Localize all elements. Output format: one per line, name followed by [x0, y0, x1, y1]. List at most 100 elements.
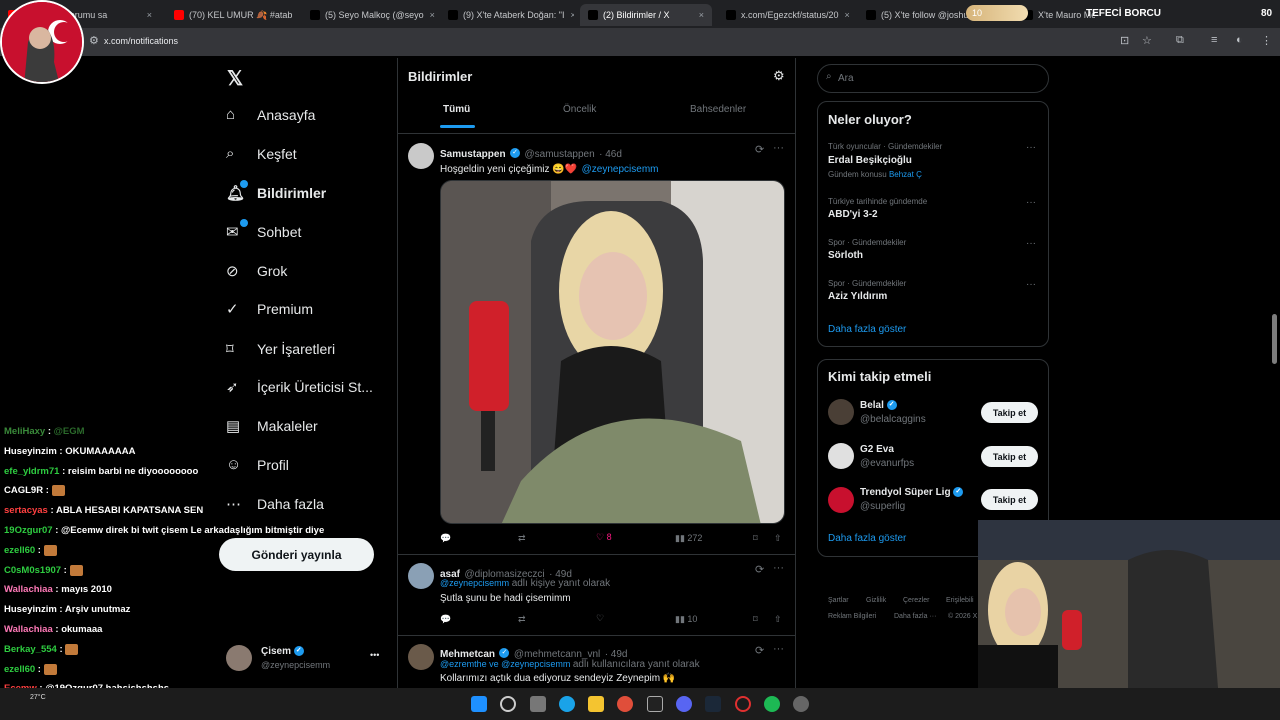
sidebar-item[interactable]: ⊘ Grok [226, 262, 287, 280]
avatar[interactable] [828, 399, 854, 425]
grok-icon[interactable]: ⟳ [755, 644, 764, 657]
footer-link[interactable]: © 2026 X [948, 613, 977, 620]
discord-icon[interactable] [676, 696, 692, 712]
show-more-link[interactable]: Daha fazla göster [828, 324, 906, 335]
views-icon[interactable]: ▮▮ 272 [675, 533, 702, 544]
sidebar-item[interactable]: ✉ Sohbet [226, 219, 301, 241]
trend-title[interactable]: ABD'yi 3-2 [828, 209, 878, 220]
avatar[interactable] [408, 563, 434, 589]
edge-icon[interactable] [559, 696, 575, 712]
x-app-icon[interactable] [647, 696, 663, 712]
chrome-icon[interactable] [617, 696, 633, 712]
grok-icon[interactable]: ⟳ [755, 143, 764, 156]
like-icon[interactable]: ♡ [596, 613, 604, 624]
bookmark-icon[interactable]: ⌑ [753, 614, 758, 625]
trend-title[interactable]: Erdal Beşikçioğlu [828, 155, 912, 166]
more-icon[interactable]: ··· [773, 643, 784, 655]
avatar[interactable] [226, 645, 252, 671]
show-more-link[interactable]: Daha fazla göster [828, 533, 906, 544]
weather-widget[interactable]: 27°C [30, 694, 46, 701]
follow-button[interactable]: Takip et [981, 446, 1038, 467]
follow-button[interactable]: Takip et [981, 489, 1038, 510]
reply-icon[interactable]: 💬 [440, 614, 451, 625]
site-info-icon[interactable]: ⚙ [89, 34, 99, 47]
profile-icon[interactable]: ◐ [1236, 34, 1243, 46]
avatar[interactable] [408, 143, 434, 169]
more-icon[interactable]: ··· [1026, 238, 1036, 249]
browser-tab[interactable]: (9) X'te Ataberk Doğan: "I × [440, 4, 574, 26]
browser-tab[interactable]: (2) Bildirimler / X × [580, 4, 712, 26]
browser-tab[interactable]: (5) Seyo Malkoç (@seyo × [302, 4, 436, 26]
sidebar-item[interactable]: ▤ Makaleler [226, 417, 318, 435]
mention-link[interactable]: @zeynepcisemm [440, 578, 509, 588]
footer-link[interactable]: Reklam Bilgileri [828, 613, 876, 620]
more-icon[interactable]: ··· [1026, 197, 1036, 208]
tab-mentions[interactable]: Bahsedenler [690, 104, 746, 115]
reply-icon[interactable]: 💬 [440, 533, 451, 544]
more-icon[interactable]: ··· [773, 142, 784, 154]
address-bar[interactable] [0, 28, 1280, 56]
trend-sub-link[interactable]: Behzat Ç [889, 170, 922, 179]
install-icon[interactable]: ⊡ [1120, 34, 1129, 47]
trend-title[interactable]: Aziz Yıldırım [828, 291, 887, 302]
suggestion-name[interactable]: Belal ✓ [860, 400, 897, 411]
menu-icon[interactable]: ⋮ [1261, 34, 1272, 47]
avatar[interactable] [408, 644, 434, 670]
tab-priority[interactable]: Öncelik [563, 104, 596, 115]
close-icon[interactable]: × [693, 10, 704, 20]
share-icon[interactable]: ⇧ [774, 614, 782, 625]
sidebar-item[interactable]: ⌕ Keşfet [226, 145, 297, 163]
more-icon[interactable]: ··· [1026, 279, 1036, 290]
account-menu-button[interactable]: ••• [370, 650, 379, 660]
views-icon[interactable]: ▮▮ 10 [675, 614, 697, 625]
file-explorer-icon[interactable] [588, 696, 604, 712]
sidebar-item[interactable]: ✓ Premium [226, 300, 313, 318]
grok-icon[interactable]: ⟳ [755, 563, 764, 576]
sidebar-item[interactable]: 🔔︎ Bildirimler [226, 180, 326, 202]
sidebar-item[interactable]: ➶ İçerik Üreticisi St... [226, 378, 373, 396]
repost-icon[interactable]: ⇄ [518, 533, 526, 544]
star-icon[interactable]: ☆ [1142, 34, 1152, 47]
share-icon[interactable]: ⇧ [774, 533, 782, 544]
scrollbar[interactable] [1272, 314, 1277, 364]
footer-link[interactable]: Daha fazla ··· [894, 613, 936, 620]
post-button[interactable]: Gönderi yayınla [219, 538, 374, 571]
opera-icon[interactable] [735, 696, 751, 712]
settings-gear-icon[interactable]: ⚙ [773, 68, 785, 84]
footer-link[interactable]: Çerezler [903, 597, 929, 604]
more-icon[interactable]: ··· [773, 562, 784, 574]
close-icon[interactable]: × [292, 10, 296, 20]
like-button[interactable]: ♡ 8 [596, 532, 612, 543]
more-icon[interactable]: ··· [1026, 142, 1036, 153]
tab-all[interactable]: Tümü [443, 104, 470, 115]
browser-tab[interactable]: x.com/Egezckf/status/20 × [718, 4, 852, 26]
sidebar-item[interactable]: ⌑ Yer İşaretleri [226, 340, 335, 358]
media-icon[interactable]: ≡ [1211, 34, 1217, 46]
footer-link[interactable]: Şartlar [828, 597, 849, 604]
close-icon[interactable]: × [839, 10, 850, 20]
account-name[interactable]: Çisem ✓ [261, 646, 304, 657]
footer-link[interactable]: Erişilebili [946, 597, 974, 604]
bookmark-icon[interactable]: ⌑ [753, 533, 758, 544]
sidebar-item[interactable]: ☺ Profil [226, 456, 289, 474]
search-input[interactable]: Ara [817, 64, 1049, 93]
settings-icon[interactable] [793, 696, 809, 712]
avatar[interactable] [828, 443, 854, 469]
close-icon[interactable]: × [141, 10, 152, 20]
mention-link[interactable]: @zeynepcisemm [582, 164, 659, 175]
trend-title[interactable]: Sörloth [828, 250, 863, 261]
tweet-media[interactable] [440, 180, 785, 524]
sidebar-item[interactable]: ⋯ Daha fazla [226, 495, 324, 513]
avatar[interactable] [828, 487, 854, 513]
windows-start-icon[interactable] [471, 696, 487, 712]
steam-icon[interactable] [705, 696, 721, 712]
close-icon[interactable]: × [424, 10, 435, 20]
url-text[interactable]: x.com/notifications [104, 36, 178, 46]
task-view-icon[interactable] [530, 696, 546, 712]
x-logo-icon[interactable]: 𝕏 [227, 66, 243, 91]
follow-button[interactable]: Takip et [981, 402, 1038, 423]
suggestion-name[interactable]: Trendyol Süper Lig ✓ [860, 487, 964, 498]
close-icon[interactable]: × [564, 10, 574, 20]
spotify-icon[interactable] [764, 696, 780, 712]
search-icon[interactable] [500, 696, 516, 712]
